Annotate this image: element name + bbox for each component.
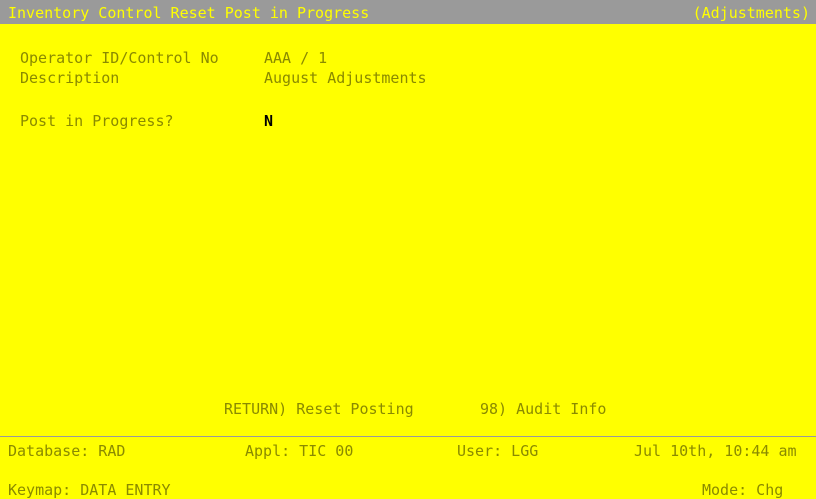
reset-posting-action[interactable]: RETURN) Reset Posting xyxy=(224,400,414,418)
description-label: Description xyxy=(20,69,120,87)
operator-label: Operator ID/Control No xyxy=(20,49,219,67)
user-status: User: LGG xyxy=(457,442,539,460)
database-status: Database: RAD xyxy=(8,442,126,460)
status-divider xyxy=(0,436,816,437)
description-value: August Adjustments xyxy=(264,69,427,87)
post-in-progress-label: Post in Progress? xyxy=(20,112,174,130)
datetime-status: Jul 10th, 10:44 am xyxy=(634,442,797,460)
mode-status: Mode: Chg xyxy=(702,481,784,499)
screen-title: Inventory Control Reset Post in Progress xyxy=(8,4,370,22)
post-in-progress-field[interactable]: N xyxy=(264,112,273,130)
audit-info-action[interactable]: 98) Audit Info xyxy=(480,400,606,418)
screen-context: (Adjustments) xyxy=(692,4,810,22)
keymap-status: Keymap: DATA ENTRY xyxy=(8,481,171,499)
title-bar: Inventory Control Reset Post in Progress… xyxy=(0,0,816,24)
operator-value: AAA / 1 xyxy=(264,49,328,67)
appl-status: Appl: TIC 00 xyxy=(245,442,354,460)
